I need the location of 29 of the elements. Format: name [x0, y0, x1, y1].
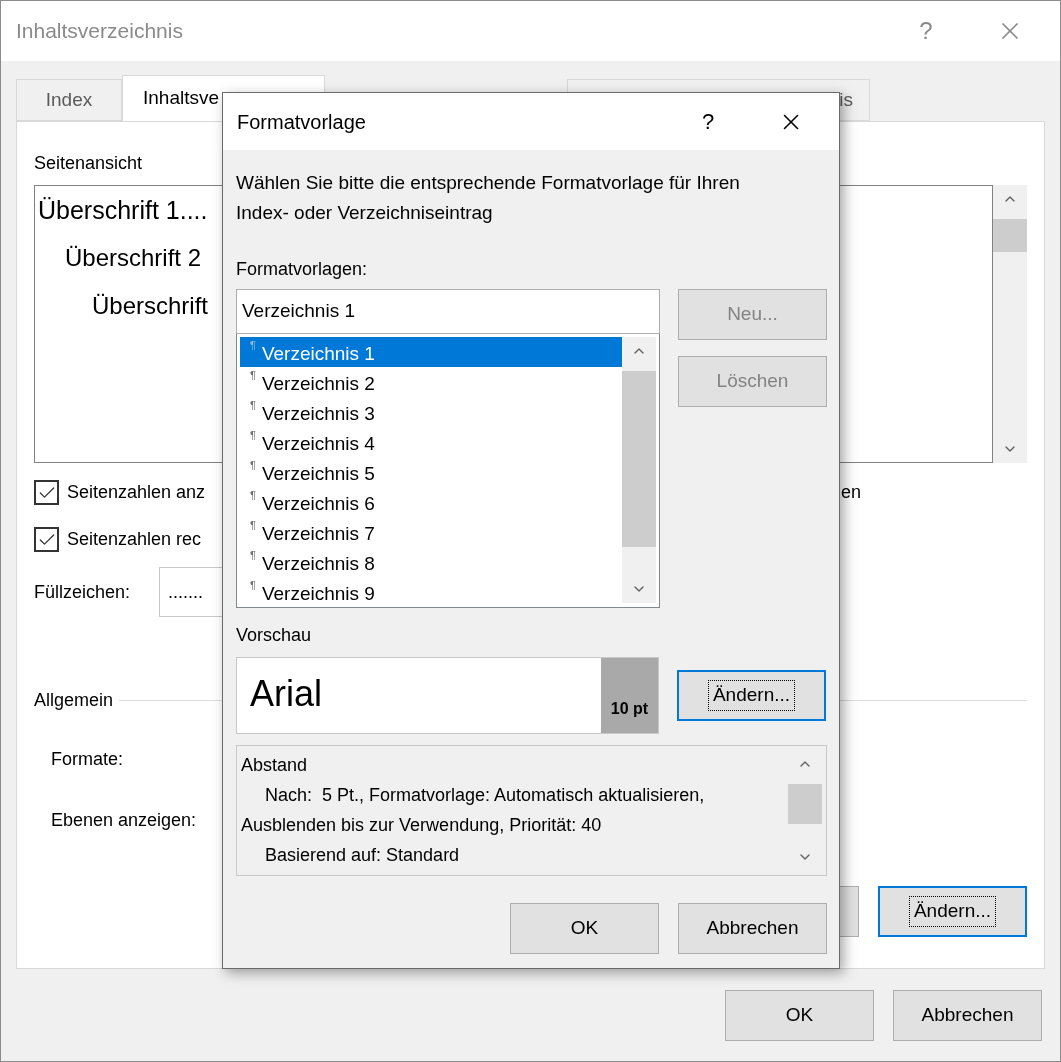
checkbox-label: Seitenzahlen anz	[67, 481, 206, 504]
style-detail-text: Basierend auf: Standard	[264, 844, 461, 867]
group-title: Allgemein	[34, 689, 114, 712]
paragraph-mark: ¶	[250, 548, 256, 562]
font-preview-text: Arial	[249, 672, 324, 716]
field-label: Ebenen anzeigen:	[51, 809, 197, 832]
paragraph-mark: ¶	[250, 458, 256, 472]
paragraph-mark: ¶	[250, 518, 256, 532]
styles-label: Formatvorlagen:	[236, 258, 369, 281]
instruction-text: Wählen Sie bitte die entsprechende Formatvorlage für Ihren Index- oder Verzeichniseintrag	[236, 171, 741, 225]
window-title: Inhaltsverzeichnis	[16, 18, 184, 45]
paragraph-mark: ¶	[250, 368, 256, 382]
checkbox-label: Seitenzahlen rec	[67, 528, 202, 551]
paragraph-mark: ¶	[250, 338, 256, 352]
preview-heading: Überschrift	[92, 291, 209, 321]
style-detail-text: Abstand	[241, 754, 309, 777]
style-detail-text: Nach: 5 Pt., Formatvorlage: Automatisch aktualisieren, Ausblenden bis zur Verwendung, Priorität: 40	[241, 784, 706, 837]
preview-heading: Überschrift 2	[65, 243, 202, 273]
font-size-text: 10 pt	[610, 699, 649, 719]
paragraph-mark: ¶	[250, 398, 256, 412]
paragraph-mark: ¶	[250, 578, 256, 592]
fill-char-label: Füllzeichen:	[34, 580, 132, 604]
preview-label: Vorschau	[236, 624, 313, 647]
field-label: Formate:	[51, 748, 124, 771]
paragraph-mark: ¶	[250, 428, 256, 442]
preview-label: Seitenansicht	[34, 152, 144, 175]
preview-heading: Überschrift 1....	[38, 195, 208, 226]
paragraph-mark: ¶	[250, 488, 256, 502]
option-label-fragment: en	[841, 481, 862, 504]
